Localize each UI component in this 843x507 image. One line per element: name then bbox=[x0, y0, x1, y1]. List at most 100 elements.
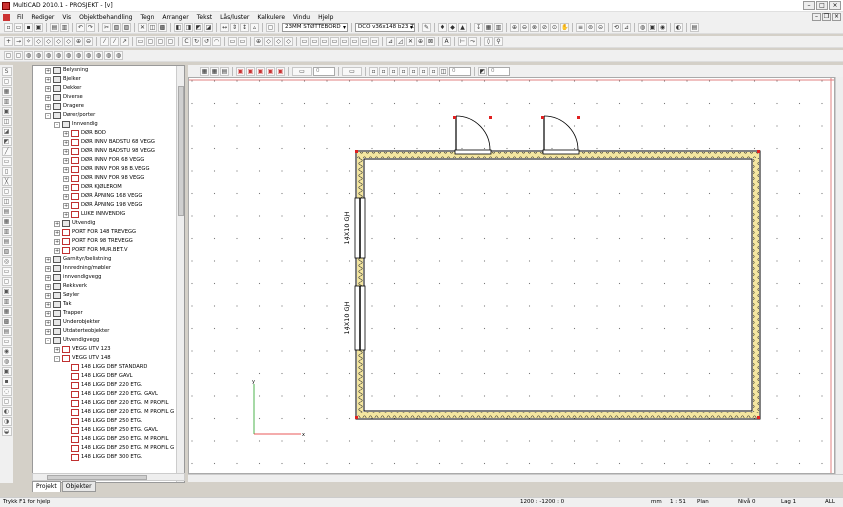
tree-item[interactable]: 148 LIGG DBF 220 ETG. M PROFIL G bbox=[63, 408, 174, 417]
palette-tool-33-icon[interactable]: ▢ bbox=[1, 397, 12, 406]
expand-icon[interactable]: + bbox=[45, 76, 51, 83]
offset-input[interactable]: 0 bbox=[313, 66, 335, 76]
expand-icon[interactable]: + bbox=[54, 220, 60, 227]
tree-item[interactable]: + DØR INNV BADSTU 98 VEGG bbox=[63, 147, 155, 156]
menu-item-3[interactable]: Objektbehandling bbox=[75, 14, 136, 21]
palette-tool-26-icon[interactable]: ▤ bbox=[1, 327, 12, 336]
wall-left[interactable] bbox=[357, 158, 363, 412]
expand-icon[interactable]: + bbox=[63, 175, 69, 182]
palette-tool-32-icon[interactable]: ◌ bbox=[1, 387, 12, 396]
expand-icon[interactable]: + bbox=[45, 265, 51, 272]
tree-item[interactable]: 148 LIGG DBF 220 ETG. M PROFIL bbox=[63, 399, 169, 408]
std-tool-3-icon[interactable]: ▣ bbox=[34, 23, 43, 32]
std-tool-0-icon[interactable]: ▫ bbox=[4, 23, 13, 32]
draw-tool-28-icon[interactable]: ◇ bbox=[264, 37, 273, 46]
tree-item[interactable]: 148 LIGG DBF 220 ETG. bbox=[63, 381, 143, 390]
palette-tool-29-icon[interactable]: ◍ bbox=[1, 357, 12, 366]
std-tool-37-icon[interactable]: ♦ bbox=[438, 23, 447, 32]
tree-item[interactable]: 148 LIGG DBF 220 ETG. GAVL bbox=[63, 390, 158, 399]
draw-tool-11-icon[interactable]: ⁄ bbox=[110, 37, 119, 46]
wall-tool-3-icon[interactable]: ◍ bbox=[34, 51, 43, 60]
palette-tool-31-icon[interactable]: ▪ bbox=[1, 377, 12, 386]
rotate-input[interactable]: 0 bbox=[449, 66, 471, 76]
wall-tool-9-icon[interactable]: ◍ bbox=[94, 51, 103, 60]
palette-tool-3-icon[interactable]: ▥ bbox=[1, 97, 12, 106]
layer5-icon[interactable]: ▣ bbox=[276, 66, 285, 76]
draw-tool-22-icon[interactable]: ◠ bbox=[212, 37, 221, 46]
tree-item[interactable]: + Dragere bbox=[45, 102, 84, 111]
draw-tool-29-icon[interactable]: ◇ bbox=[274, 37, 283, 46]
draw-tool-2-icon[interactable]: ✧ bbox=[24, 37, 33, 46]
std-tool-20-icon[interactable]: ◨ bbox=[184, 23, 193, 32]
object-select[interactable]: DCO v36x148 b23 ZX bbox=[355, 23, 415, 32]
tree-item[interactable]: 148 LIGG DBF 250 ETG. M PROFIL bbox=[63, 435, 169, 444]
menu-item-7[interactable]: Lås/luster bbox=[216, 14, 253, 21]
palette-tool-16-icon[interactable]: ▥ bbox=[1, 227, 12, 236]
palette-tool-14-icon[interactable]: ▤ bbox=[1, 207, 12, 216]
std-tool-52-icon[interactable]: ≡ bbox=[576, 23, 585, 32]
layer2-icon[interactable]: ▣ bbox=[246, 66, 255, 76]
tree-item[interactable]: + innvendigvegg bbox=[45, 273, 101, 282]
std-tool-63-icon[interactable]: ◐ bbox=[674, 23, 683, 32]
expand-icon[interactable]: + bbox=[63, 193, 69, 200]
std-tool-39-icon[interactable]: ▲ bbox=[458, 23, 467, 32]
menu-item-1[interactable]: Rediger bbox=[27, 14, 58, 21]
draw-tool-1-icon[interactable]: → bbox=[14, 37, 23, 46]
tree-item[interactable]: 148 LIGG DBF 250 ETG. bbox=[63, 417, 143, 426]
std-tool-15-icon[interactable]: ✕ bbox=[138, 23, 147, 32]
collapse-icon[interactable]: - bbox=[54, 121, 60, 128]
expand-icon[interactable]: + bbox=[63, 157, 69, 164]
std-tool-12-icon[interactable]: ▧ bbox=[112, 23, 121, 32]
std-tool-9-icon[interactable]: ↷ bbox=[86, 23, 95, 32]
layer3-icon[interactable]: ▣ bbox=[256, 66, 265, 76]
std-tool-45-icon[interactable]: ⊕ bbox=[510, 23, 519, 32]
expand-icon[interactable]: + bbox=[54, 229, 60, 236]
draw-tool-27-icon[interactable]: ⊕ bbox=[254, 37, 263, 46]
tree-item[interactable]: 148 LIGG DBF GAVL bbox=[63, 372, 133, 381]
draw-tool-41-icon[interactable]: ⊿ bbox=[386, 37, 395, 46]
collapse-icon[interactable]: - bbox=[45, 337, 51, 344]
palette-tool-11-icon[interactable]: ╳ bbox=[1, 177, 12, 186]
draw-tool-32-icon[interactable]: ▭ bbox=[300, 37, 309, 46]
tree-item[interactable]: + PORT FOR MUR.BET.V bbox=[54, 246, 128, 255]
expand-icon[interactable]: + bbox=[45, 103, 51, 110]
palette-tool-13-icon[interactable]: ◫ bbox=[1, 197, 12, 206]
palette-tool-34-icon[interactable]: ◐ bbox=[1, 407, 12, 416]
std-tool-54-icon[interactable]: ⊝ bbox=[596, 23, 605, 32]
minimize-button[interactable]: – bbox=[803, 1, 815, 10]
std-tool-56-icon[interactable]: ⟲ bbox=[612, 23, 621, 32]
std-tool-1-icon[interactable]: ▭ bbox=[14, 23, 23, 32]
palette-tool-35-icon[interactable]: ◑ bbox=[1, 417, 12, 426]
std-tool-43-icon[interactable]: ▥ bbox=[494, 23, 503, 32]
palette-tool-36-icon[interactable]: ◒ bbox=[1, 427, 12, 436]
draw-tool-36-icon[interactable]: ▭ bbox=[340, 37, 349, 46]
std-tool-41-icon[interactable]: ↧ bbox=[474, 23, 483, 32]
palette-tool-15-icon[interactable]: ▦ bbox=[1, 217, 12, 226]
draw-tool-8-icon[interactable]: ⊖ bbox=[84, 37, 93, 46]
draw-tool-38-icon[interactable]: ▭ bbox=[360, 37, 369, 46]
wall-tool-8-icon[interactable]: ◍ bbox=[84, 51, 93, 60]
draw-tool-24-icon[interactable]: ▭ bbox=[228, 37, 237, 46]
draw-tool-5-icon[interactable]: ◇ bbox=[54, 37, 63, 46]
menu-item-4[interactable]: Tegn bbox=[136, 14, 158, 21]
draw-tool-44-icon[interactable]: ⊕ bbox=[416, 37, 425, 46]
expand-icon[interactable]: + bbox=[45, 301, 51, 308]
expand-icon[interactable]: + bbox=[45, 319, 51, 326]
palette-tool-27-icon[interactable]: ▭ bbox=[1, 337, 12, 346]
draw-tool-45-icon[interactable]: ⊠ bbox=[426, 37, 435, 46]
expand-icon[interactable]: + bbox=[45, 292, 51, 299]
object-tree-panel[interactable]: 148 LIGG DBF 300 ETG. 148 LIGG DBF 250 ET… bbox=[32, 65, 185, 483]
tree-item[interactable]: 148 LIGG DBF 250 ETG. GAVL bbox=[63, 426, 158, 435]
palette-tool-22-icon[interactable]: ▣ bbox=[1, 287, 12, 296]
palette-tool-8-icon[interactable]: ╱ bbox=[1, 147, 12, 156]
close-button[interactable]: × bbox=[829, 1, 841, 10]
tree-item[interactable]: + Garnityr/belistning bbox=[45, 255, 111, 264]
tree-item[interactable]: + Dekker bbox=[45, 84, 81, 93]
expand-icon[interactable]: + bbox=[63, 184, 69, 191]
tree-item[interactable]: + LUKE INNVENDIG bbox=[63, 210, 125, 219]
palette-tool-6-icon[interactable]: ◪ bbox=[1, 127, 12, 136]
palette-tool-24-icon[interactable]: ▦ bbox=[1, 307, 12, 316]
layer-select[interactable]: 23MM STØTTEBORD bbox=[282, 23, 348, 32]
grid6-icon[interactable]: ▫ bbox=[419, 66, 428, 76]
wall-tool-5-icon[interactable]: ◍ bbox=[54, 51, 63, 60]
